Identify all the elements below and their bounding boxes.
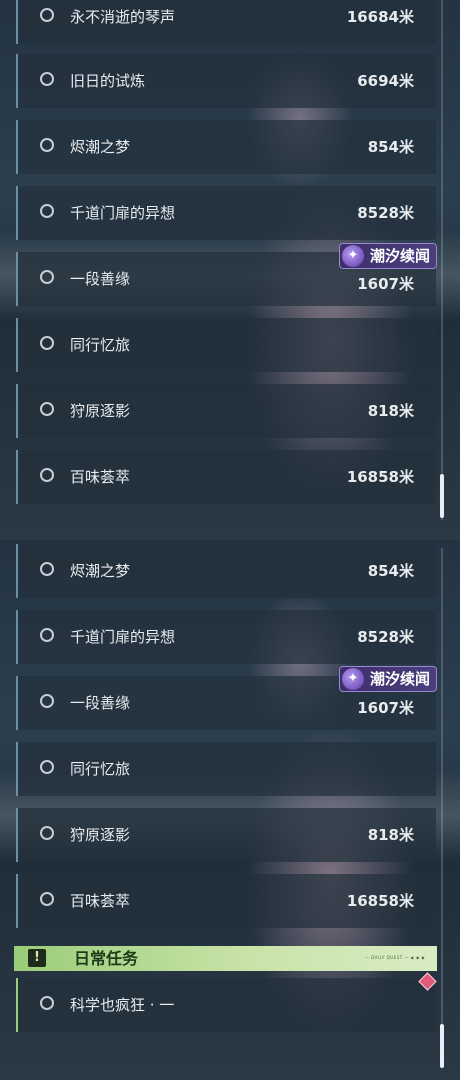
quest-row[interactable]: 同行忆旅 bbox=[16, 742, 436, 796]
scrollbar-track[interactable] bbox=[441, 548, 443, 1068]
quest-title: 一段善缘 bbox=[70, 694, 131, 712]
quest-panel-top: 永不消逝的琴声 16684米 旧日的试炼 6694米 烬潮之梦 854米 千道门… bbox=[0, 0, 460, 540]
quest-title: 狩原逐影 bbox=[70, 826, 131, 844]
quest-panel-bottom: 烬潮之梦 854米 千道门扉的异想 8528米 一段善缘 1607米 同行忆旅 … bbox=[0, 540, 460, 1080]
event-badge-label: 潮汐续闻 bbox=[370, 247, 431, 265]
daily-quest-header[interactable]: ! 日常任务 — DAILY QUEST — ◆ ◆ ◆ bbox=[14, 946, 437, 971]
radio-icon[interactable] bbox=[40, 270, 54, 284]
quest-title: 一段善缘 bbox=[70, 270, 131, 288]
quest-row[interactable]: 千道门扉的异想 8528米 bbox=[16, 610, 436, 664]
radio-icon[interactable] bbox=[40, 8, 54, 22]
quest-title: 烬潮之梦 bbox=[70, 562, 131, 580]
radio-icon[interactable] bbox=[40, 628, 54, 642]
radio-icon[interactable] bbox=[40, 562, 54, 576]
quest-title: 千道门扉的异想 bbox=[70, 628, 176, 646]
quest-row[interactable]: 百味荟萃 16858米 bbox=[16, 450, 436, 504]
quest-distance: 854米 bbox=[367, 562, 414, 580]
quest-row[interactable]: 千道门扉的异想 8528米 bbox=[16, 186, 436, 240]
quest-distance: 854米 bbox=[367, 138, 414, 156]
quest-title: 百味荟萃 bbox=[70, 468, 131, 486]
quest-title: 同行忆旅 bbox=[70, 336, 131, 354]
radio-icon[interactable] bbox=[40, 760, 54, 774]
quest-title: 百味荟萃 bbox=[70, 892, 131, 910]
scrollbar-thumb[interactable] bbox=[440, 474, 444, 518]
quest-distance: 6694米 bbox=[357, 72, 414, 90]
event-badge[interactable]: ✦ 潮汐续闻 bbox=[339, 666, 437, 692]
quest-title: 旧日的试炼 bbox=[70, 72, 146, 90]
radio-icon[interactable] bbox=[40, 826, 54, 840]
radio-icon[interactable] bbox=[40, 204, 54, 218]
tide-icon: ✦ bbox=[342, 668, 364, 690]
daily-quest-title: 日常任务 bbox=[74, 949, 139, 968]
quest-distance: 8528米 bbox=[357, 628, 414, 646]
quest-row[interactable]: 烬潮之梦 854米 bbox=[16, 120, 436, 174]
quest-row[interactable]: 永不消逝的琴声 16684米 bbox=[16, 0, 436, 44]
quest-row[interactable]: 旧日的试炼 6694米 bbox=[16, 54, 436, 108]
quest-distance: 16858米 bbox=[346, 468, 414, 486]
daily-quest-row[interactable]: 科学也疯狂 · 一 bbox=[16, 978, 436, 1032]
radio-icon[interactable] bbox=[40, 468, 54, 482]
quest-row[interactable]: 狩原逐影 818米 bbox=[16, 384, 436, 438]
quest-title: 科学也疯狂 · 一 bbox=[70, 996, 175, 1014]
radio-icon[interactable] bbox=[40, 336, 54, 350]
quest-row[interactable]: 狩原逐影 818米 bbox=[16, 808, 436, 862]
quest-distance: 16858米 bbox=[346, 892, 414, 910]
radio-icon[interactable] bbox=[40, 694, 54, 708]
quest-distance: 818米 bbox=[367, 402, 414, 420]
quest-row[interactable]: 百味荟萃 16858米 bbox=[16, 874, 436, 928]
quest-distance: 818米 bbox=[367, 826, 414, 844]
scrollbar-track[interactable] bbox=[441, 0, 443, 520]
quest-title: 同行忆旅 bbox=[70, 760, 131, 778]
tide-icon: ✦ bbox=[342, 245, 364, 267]
event-badge[interactable]: ✦ 潮汐续闻 bbox=[339, 243, 437, 269]
quest-row[interactable]: 同行忆旅 bbox=[16, 318, 436, 372]
radio-icon[interactable] bbox=[40, 72, 54, 86]
radio-icon[interactable] bbox=[40, 138, 54, 152]
quest-title: 狩原逐影 bbox=[70, 402, 131, 420]
daily-quest-fine-text: — DAILY QUEST — ◆ ◆ ◆ bbox=[364, 955, 425, 960]
event-badge-label: 潮汐续闻 bbox=[370, 670, 431, 688]
quest-title: 永不消逝的琴声 bbox=[70, 8, 176, 26]
quest-distance: 16684米 bbox=[346, 8, 414, 26]
radio-icon[interactable] bbox=[40, 996, 54, 1010]
quest-title: 烬潮之梦 bbox=[70, 138, 131, 156]
quest-row[interactable]: 烬潮之梦 854米 bbox=[16, 544, 436, 598]
quest-title: 千道门扉的异想 bbox=[70, 204, 176, 222]
alert-icon: ! bbox=[28, 949, 46, 967]
radio-icon[interactable] bbox=[40, 402, 54, 416]
scrollbar-thumb[interactable] bbox=[440, 1024, 444, 1068]
radio-icon[interactable] bbox=[40, 892, 54, 906]
quest-distance: 8528米 bbox=[357, 204, 414, 222]
